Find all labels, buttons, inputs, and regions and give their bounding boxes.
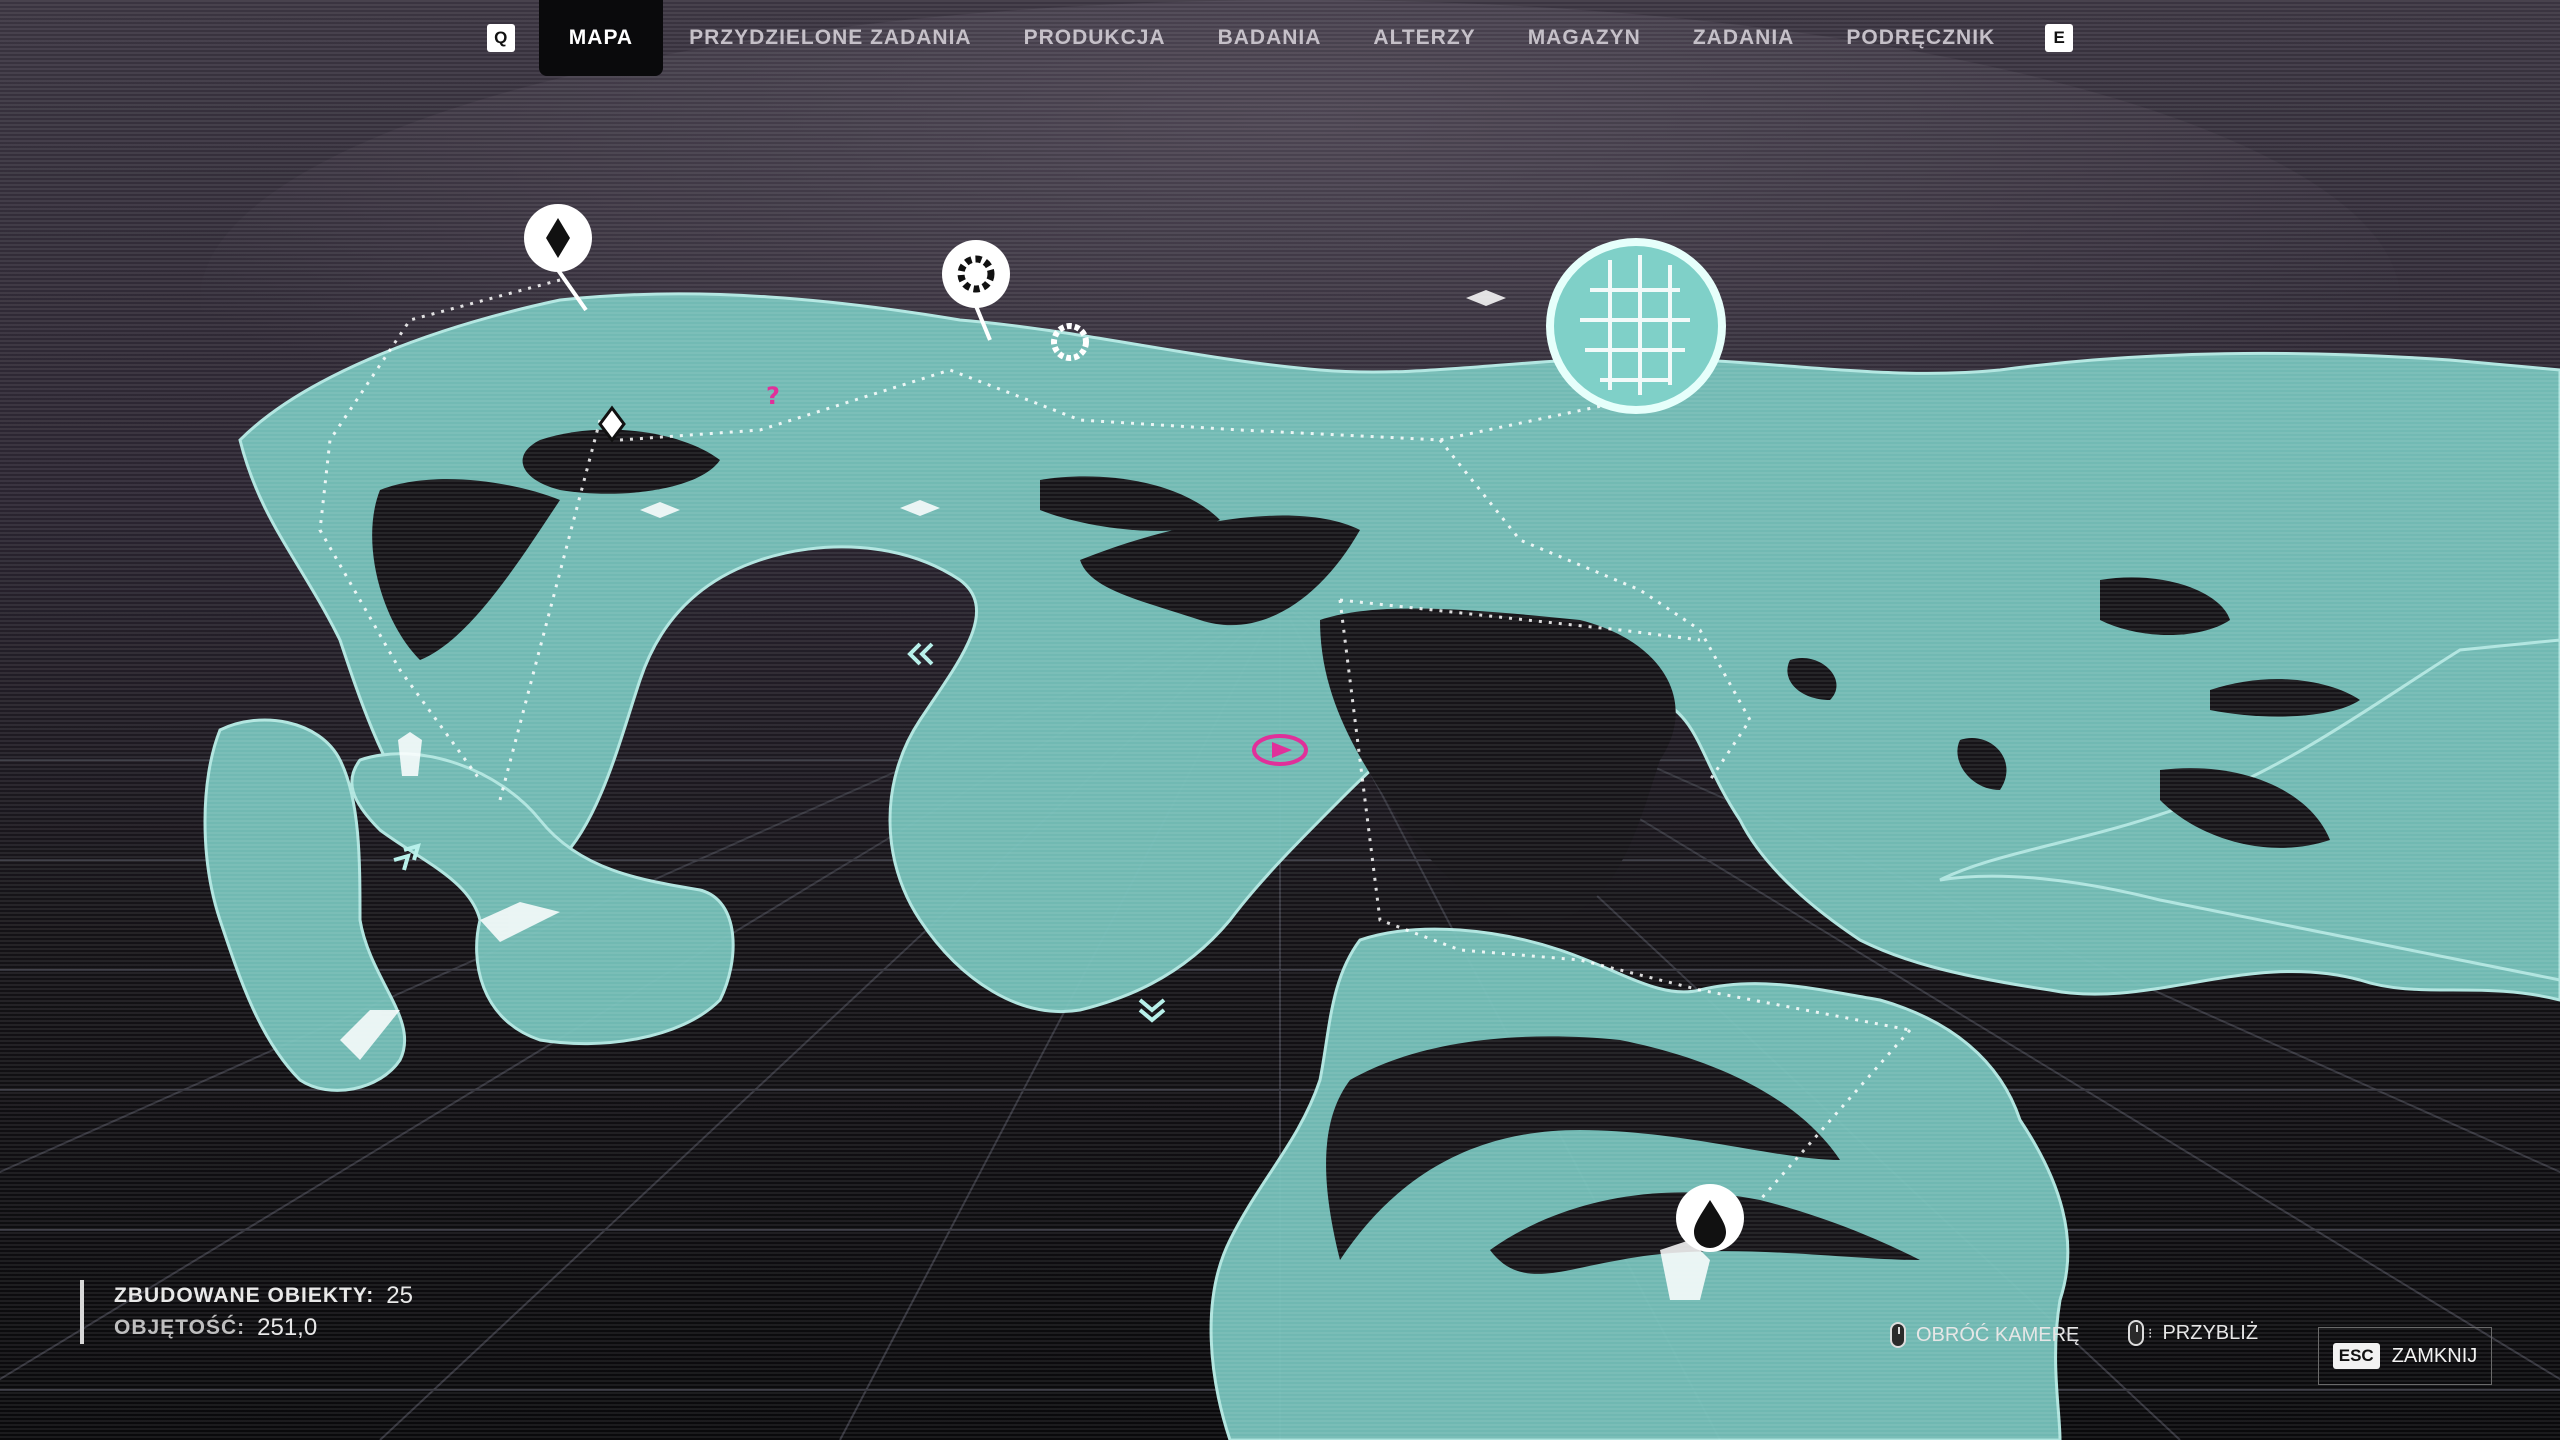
zoom-label: PRZYBLIŻ [2162, 1321, 2259, 1344]
built-objects-value: 25 [386, 1282, 413, 1309]
mouse-left-icon [1890, 1322, 1906, 1348]
close-button[interactable]: ESC ZAMKNIJ [2318, 1327, 2492, 1385]
volume-value: 251,0 [257, 1314, 318, 1341]
volume-stat: OBJĘTOŚĆ: 251,0 [114, 1312, 413, 1344]
zoom-hint: ⁝ PRZYBLIŻ [2128, 1320, 2258, 1346]
tab-map[interactable]: MAPA [538, 0, 664, 76]
tab-assigned-tasks[interactable]: PRZYDZIELONE ZADANIA [663, 0, 998, 76]
tab-handbook[interactable]: PODRĘCZNIK [1820, 0, 2021, 76]
close-label: ZAMKNIJ [2391, 1344, 2478, 1367]
scroll-dots-icon: ⁝ [2148, 1324, 2153, 1341]
top-navigation: Q MAPA PRZYDZIELONE ZADANIA PRODUKCJA BA… [0, 0, 2560, 76]
svg-text:?: ? [766, 382, 780, 410]
base-dome-icon[interactable] [1546, 238, 1726, 414]
mouse-wheel-icon [2128, 1320, 2144, 1346]
tab-production[interactable]: PRODUKCJA [998, 0, 1192, 76]
tab-research[interactable]: BADANIA [1192, 0, 1348, 76]
built-objects-label: ZBUDOWANE OBIEKTY: [114, 1284, 375, 1307]
tab-tasks[interactable]: ZADANIA [1667, 0, 1821, 76]
next-tab-key[interactable]: E [2045, 24, 2074, 52]
rotate-camera-hint: OBRÓĆ KAMERĘ [1890, 1322, 2079, 1348]
base-stats-panel: ZBUDOWANE OBIEKTY: 25 OBJĘTOŚĆ: 251,0 [80, 1280, 413, 1344]
question-mark-icon: ? [766, 382, 780, 410]
volume-label: OBJĘTOŚĆ: [114, 1316, 246, 1339]
prev-tab-key[interactable]: Q [486, 24, 515, 52]
rotate-camera-label: OBRÓĆ KAMERĘ [1916, 1323, 2080, 1346]
world-map[interactable]: ? [0, 0, 2560, 1440]
tab-storage[interactable]: MAGAZYN [1502, 0, 1667, 76]
built-objects-stat: ZBUDOWANE OBIEKTY: 25 [114, 1280, 413, 1312]
tab-alters[interactable]: ALTERZY [1347, 0, 1501, 76]
esc-key: ESC [2332, 1343, 2380, 1369]
